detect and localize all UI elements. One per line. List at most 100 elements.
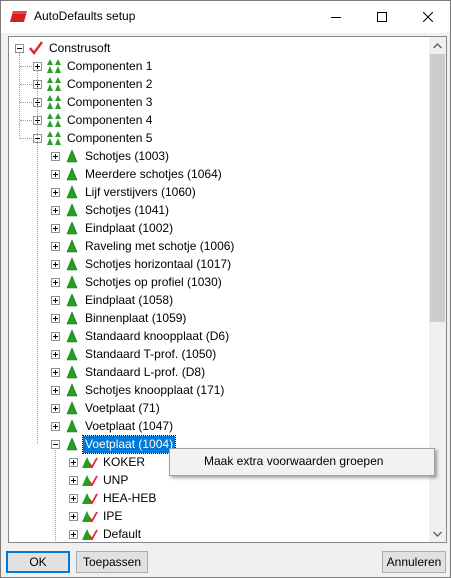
expand-icon[interactable] [69, 511, 78, 521]
tree-item-label: Voetplaat (1004) [81, 434, 177, 454]
tree-item-label: Lijf verstijvers (1060) [85, 184, 196, 199]
expand-icon[interactable] [51, 241, 60, 251]
tree-item-component[interactable]: Schotjes (1041) [51, 201, 171, 219]
tree-item-group[interactable]: Componenten 3 [33, 93, 154, 111]
rule-icon [82, 490, 98, 506]
window-title: AutoDefaults setup [34, 9, 136, 23]
tree-item-rule[interactable]: IPE [69, 507, 124, 525]
component-icon [64, 382, 80, 398]
expand-icon[interactable] [51, 349, 60, 359]
title-bar[interactable]: AutoDefaults setup [1, 1, 450, 33]
ok-button[interactable]: OK [6, 551, 70, 573]
tree-item-label: UNP [103, 472, 129, 487]
tree-item-group[interactable]: Componenten 5 [33, 129, 154, 147]
expand-icon[interactable] [51, 259, 60, 269]
tree-item-root[interactable]: Construsoft [15, 39, 112, 57]
tree-item-component[interactable]: Standaard T-prof. (1050) [51, 345, 218, 363]
tree-connector [20, 102, 32, 104]
tree-item-label: Construsoft [49, 40, 111, 55]
apply-button[interactable]: Toepassen [76, 551, 148, 573]
expand-icon[interactable] [69, 475, 78, 485]
tree-item-label: Eindplaat (1058) [85, 292, 174, 307]
context-menu-item-add-condition-groups[interactable]: Maak extra voorwaarden groepen [204, 454, 383, 468]
expand-icon[interactable] [51, 223, 60, 233]
tree-item-component[interactable]: Eindplaat (1058) [51, 291, 175, 309]
tree-item-label: IPE [103, 508, 123, 523]
tree-connector [20, 66, 32, 68]
expand-icon[interactable] [51, 421, 60, 431]
expand-icon[interactable] [69, 493, 78, 503]
tree-item-label: Standaard L-prof. (D8) [85, 364, 206, 379]
rule-icon [82, 526, 98, 542]
tree-item-label: Binnenplaat (1059) [85, 310, 187, 325]
tree-item-label: Componenten 5 [67, 130, 153, 145]
tree-item-group[interactable]: Componenten 1 [33, 57, 154, 75]
expand-icon[interactable] [51, 169, 60, 179]
expand-icon[interactable] [51, 403, 60, 413]
expand-icon[interactable] [69, 529, 78, 539]
close-button[interactable] [405, 1, 451, 33]
context-menu: Maak extra voorwaarden groepen [169, 448, 435, 476]
tree-item-label: Componenten 4 [67, 112, 153, 127]
component-icon [64, 184, 80, 200]
component-icon [64, 148, 80, 164]
tree-item-component[interactable]: Lijf verstijvers (1060) [51, 183, 198, 201]
tree-item-label: Eindplaat (1002) [85, 220, 174, 235]
component-icon [64, 310, 80, 326]
tree-item-rule[interactable]: Default [69, 525, 143, 542]
component-group-icon [46, 112, 62, 128]
tree-item-label: Schotjes horizontaal (1017) [85, 256, 232, 271]
expand-icon[interactable] [51, 385, 60, 395]
tree-item-component[interactable]: Schotjes (1003) [51, 147, 171, 165]
tree-item-component[interactable]: Standaard knoopplaat (D6) [51, 327, 231, 345]
tree-item-component[interactable]: Voetplaat (1047) [51, 417, 175, 435]
scroll-thumb[interactable] [430, 54, 445, 322]
expand-icon[interactable] [51, 277, 60, 287]
tree-item-component[interactable]: Binnenplaat (1059) [51, 309, 188, 327]
tree-item-component[interactable]: Raveling met schotje (1006) [51, 237, 236, 255]
component-icon [64, 436, 80, 452]
tree-item-label: Default [103, 526, 142, 541]
tree-item-label: Schotjes op profiel (1030) [85, 274, 222, 289]
scroll-down-button[interactable] [429, 525, 446, 542]
tree-item-label: KOKER [103, 454, 146, 469]
expand-icon[interactable] [69, 457, 78, 467]
close-icon [423, 12, 433, 22]
component-group-icon [46, 130, 62, 146]
component-group-icon [46, 58, 62, 74]
maximize-icon [377, 12, 387, 22]
scroll-up-button[interactable] [429, 37, 446, 54]
tree-item-label: Raveling met schotje (1006) [85, 238, 235, 253]
tree-item-component[interactable]: Meerdere schotjes (1064) [51, 165, 224, 183]
tree-item-group[interactable]: Componenten 4 [33, 111, 154, 129]
cancel-button[interactable]: Annuleren [382, 551, 446, 573]
rule-icon [82, 472, 98, 488]
tree-item-group[interactable]: Componenten 2 [33, 75, 154, 93]
expand-icon[interactable] [51, 205, 60, 215]
tree-item-component[interactable]: Schotjes op profiel (1030) [51, 273, 224, 291]
tree-item-rule[interactable]: UNP [69, 471, 130, 489]
tree-item-component[interactable]: Schotjes knoopplaat (171) [51, 381, 226, 399]
component-icon [64, 220, 80, 236]
expand-icon[interactable] [51, 151, 60, 161]
expand-icon[interactable] [51, 187, 60, 197]
expand-icon[interactable] [51, 295, 60, 305]
expand-icon[interactable] [51, 313, 60, 323]
minimize-button[interactable] [313, 1, 359, 33]
tree-item-label: Componenten 1 [67, 58, 153, 73]
expand-icon[interactable] [51, 367, 60, 377]
tree-item-component[interactable]: Voetplaat (1004) [51, 434, 177, 454]
expand-icon[interactable] [51, 331, 60, 341]
tree-item-rule[interactable]: KOKER [69, 453, 147, 471]
tree-item-component[interactable]: Eindplaat (1002) [51, 219, 175, 237]
tree-item-label: Standaard knoopplaat (D6) [85, 328, 230, 343]
tree-item-rule[interactable]: HEA-HEB [69, 489, 158, 507]
rule-icon [82, 508, 98, 524]
tree-item-component[interactable]: Voetplaat (71) [51, 399, 162, 417]
maximize-button[interactable] [359, 1, 405, 33]
tree-item-component[interactable]: Standaard L-prof. (D8) [51, 363, 207, 381]
dialog-window: AutoDefaults setup Construsoft Componente… [0, 0, 451, 578]
component-icon [64, 202, 80, 218]
tree-item-component[interactable]: Schotjes horizontaal (1017) [51, 255, 233, 273]
tree-connector [20, 120, 32, 122]
